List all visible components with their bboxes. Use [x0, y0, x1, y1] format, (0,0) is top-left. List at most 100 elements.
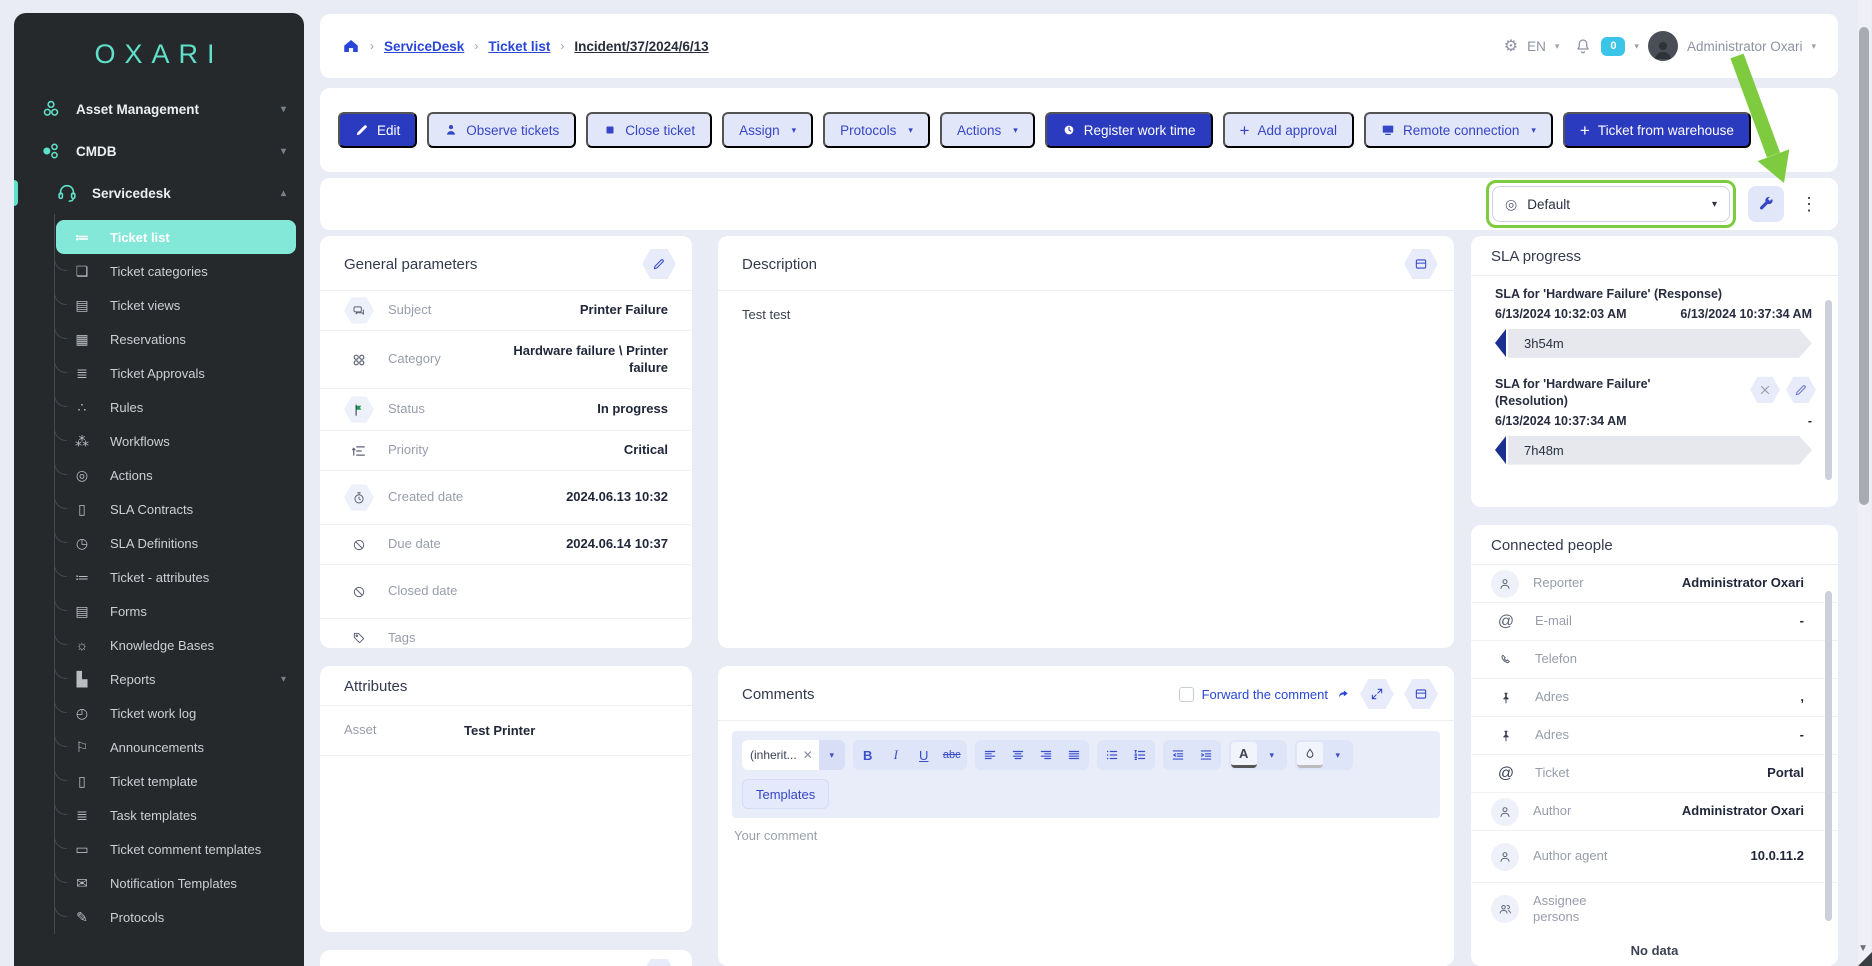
- font-color-caret[interactable]: ▾: [1259, 742, 1285, 768]
- templates-button[interactable]: Templates: [742, 779, 830, 809]
- sidebar-subitem[interactable]: ✉ Notification Templates: [54, 862, 296, 900]
- numbered-list-button[interactable]: [1127, 742, 1153, 768]
- home-icon[interactable]: [342, 37, 360, 55]
- edit-parameters-button[interactable]: [642, 248, 676, 280]
- remote-connection-dropdown-button[interactable]: Remote connection ▾: [1364, 112, 1553, 148]
- sidebar-subitem[interactable]: ▤ Forms: [54, 590, 296, 628]
- observe-tickets-button[interactable]: Observe tickets: [427, 112, 577, 148]
- breadcrumb-link-servicedesk[interactable]: ServiceDesk: [384, 39, 464, 54]
- more-options-kebab-menu[interactable]: ⋮: [1796, 194, 1822, 215]
- notifications-bell-icon[interactable]: [1574, 37, 1592, 55]
- sidebar-subitem-icon: ❏: [75, 262, 89, 279]
- close-ticket-button[interactable]: Close ticket: [586, 112, 713, 148]
- sidebar-subitem[interactable]: ☼ Knowledge Bases: [54, 624, 296, 662]
- breadcrumb-link-ticket-list[interactable]: Ticket list: [488, 39, 550, 54]
- window-icon: [1415, 689, 1427, 699]
- sidebar-item-cmdb[interactable]: CMDB ▾: [14, 130, 304, 172]
- panel-window-button[interactable]: [1404, 248, 1438, 280]
- expand-panel-button[interactable]: [1360, 678, 1394, 710]
- sidebar-item-asset-management[interactable]: Asset Management ▾: [14, 88, 304, 130]
- sidebar-subitem[interactable]: ≔ Ticket - attributes: [54, 556, 296, 594]
- sidebar-subitem[interactable]: ▙ Reports ▾: [54, 658, 296, 696]
- sidebar-subitem[interactable]: ✎ Protocols: [54, 896, 296, 934]
- ticket-from-warehouse-button[interactable]: + Ticket from warehouse: [1562, 112, 1751, 148]
- bullet-list-button[interactable]: [1099, 742, 1125, 768]
- clear-font-icon[interactable]: ✕: [803, 748, 813, 762]
- sidebar-subitem[interactable]: ▭ Ticket comment templates: [54, 828, 296, 866]
- strikethrough-button[interactable]: abc: [939, 742, 965, 768]
- page-scrollbar-thumb[interactable]: [1859, 27, 1869, 505]
- edit-button[interactable]: Edit: [338, 112, 418, 148]
- sla-start-date: 6/13/2024 10:37:34 AM: [1495, 413, 1627, 428]
- italic-button[interactable]: I: [883, 742, 909, 768]
- sla-remove-button[interactable]: [1750, 376, 1780, 404]
- settings-gear-icon[interactable]: ⚙: [1504, 36, 1518, 56]
- sidebar-subitem[interactable]: ▯ SLA Contracts: [54, 488, 296, 526]
- sidebar-subitem[interactable]: ▦ Reservations: [54, 318, 296, 356]
- sidebar-subitem[interactable]: ⁂ Workflows: [54, 420, 296, 458]
- deadline-ban-icon: [344, 531, 374, 559]
- panel-action-button[interactable]: [642, 958, 676, 966]
- forward-comment-label[interactable]: Forward the comment: [1202, 687, 1328, 702]
- underline-button[interactable]: U: [911, 742, 937, 768]
- chevron-down-icon[interactable]: ▾: [1811, 41, 1816, 52]
- protocols-dropdown-button[interactable]: Protocols ▾: [823, 112, 930, 148]
- sidebar-subitem-label: Protocols: [110, 909, 165, 925]
- font-family-select[interactable]: (inherit... ✕: [742, 740, 819, 770]
- notification-count-badge[interactable]: 0: [1601, 36, 1626, 56]
- people-label: Author: [1533, 803, 1572, 819]
- actions-dropdown-button[interactable]: Actions ▾: [939, 112, 1035, 148]
- sidebar-subitem[interactable]: ∴ Rules: [54, 386, 296, 424]
- sidebar-subitem[interactable]: ◴ Ticket work log: [54, 692, 296, 730]
- people-scrollbar[interactable]: [1825, 591, 1832, 921]
- sidebar-subitem[interactable]: ⚐ Announcements: [54, 726, 296, 764]
- sla-scrollbar[interactable]: [1825, 300, 1832, 480]
- sla-edit-button[interactable]: [1786, 376, 1816, 404]
- highlight-color-caret[interactable]: ▾: [1325, 742, 1351, 768]
- chevron-down-icon[interactable]: ▾: [1555, 41, 1560, 52]
- language-selector[interactable]: EN: [1527, 39, 1546, 54]
- sidebar-subitem[interactable]: ◎ Actions: [54, 454, 296, 492]
- sidebar-subitem[interactable]: ≣ Task templates: [54, 794, 296, 832]
- sidebar-subitem[interactable]: ▤ Ticket views: [54, 284, 296, 322]
- font-color-button[interactable]: A: [1230, 742, 1257, 768]
- outdent-button[interactable]: [1165, 742, 1191, 768]
- param-row-closed-date: Closed date: [320, 565, 692, 619]
- align-right-button[interactable]: [1033, 742, 1059, 768]
- align-center-button[interactable]: [1005, 742, 1031, 768]
- person-icon: [1491, 842, 1519, 871]
- comment-textarea[interactable]: [732, 818, 1440, 938]
- page-scrollbar-track[interactable]: ▼: [1858, 0, 1871, 966]
- chevron-down-icon: ▾: [1711, 198, 1717, 210]
- sidebar-subitem-label: Ticket work log: [110, 705, 197, 721]
- breadcrumb-current-incident[interactable]: Incident/37/2024/6/13: [574, 39, 708, 54]
- sidebar-subitem[interactable]: ≔ Ticket list: [56, 220, 296, 254]
- bold-button[interactable]: B: [855, 742, 881, 768]
- register-work-time-button[interactable]: Register work time: [1044, 112, 1213, 148]
- font-family-caret[interactable]: ▾: [818, 740, 845, 770]
- sidebar-item-servicedesk[interactable]: Servicedesk ▴: [14, 172, 304, 214]
- panel-window-button[interactable]: [1404, 678, 1438, 710]
- view-settings-wrench-button[interactable]: [1748, 186, 1784, 222]
- align-left-button[interactable]: [977, 742, 1003, 768]
- view-select-dropdown[interactable]: ◎ Default ▾: [1492, 186, 1730, 222]
- param-row-tags: Tags: [320, 619, 692, 657]
- panel-title: Attributes: [344, 678, 408, 695]
- align-justify-button[interactable]: [1061, 742, 1087, 768]
- highlight-color-button[interactable]: [1296, 742, 1323, 768]
- sidebar-subitem[interactable]: ≣ Ticket Approvals: [54, 352, 296, 390]
- sidebar-subitem-label: Announcements: [110, 739, 204, 755]
- sidebar-subitem-label: Ticket list: [110, 229, 170, 245]
- forward-comment-checkbox[interactable]: [1178, 686, 1194, 702]
- sidebar-subitem[interactable]: ◷ SLA Definitions: [54, 522, 296, 560]
- sidebar-subitem[interactable]: ▯ Ticket template: [54, 760, 296, 798]
- indent-button[interactable]: [1193, 742, 1219, 768]
- param-row-subject: Subject Printer Failure: [320, 291, 692, 331]
- assign-dropdown-button[interactable]: Assign ▾: [722, 112, 814, 148]
- user-avatar[interactable]: [1647, 31, 1678, 61]
- user-menu[interactable]: Administrator Oxari: [1687, 39, 1803, 54]
- active-section-indicator: [14, 180, 18, 206]
- chevron-down-icon[interactable]: ▾: [1634, 41, 1639, 52]
- sidebar-subitem[interactable]: ❏ Ticket categories: [54, 250, 296, 288]
- add-approval-button[interactable]: + Add approval: [1222, 112, 1355, 148]
